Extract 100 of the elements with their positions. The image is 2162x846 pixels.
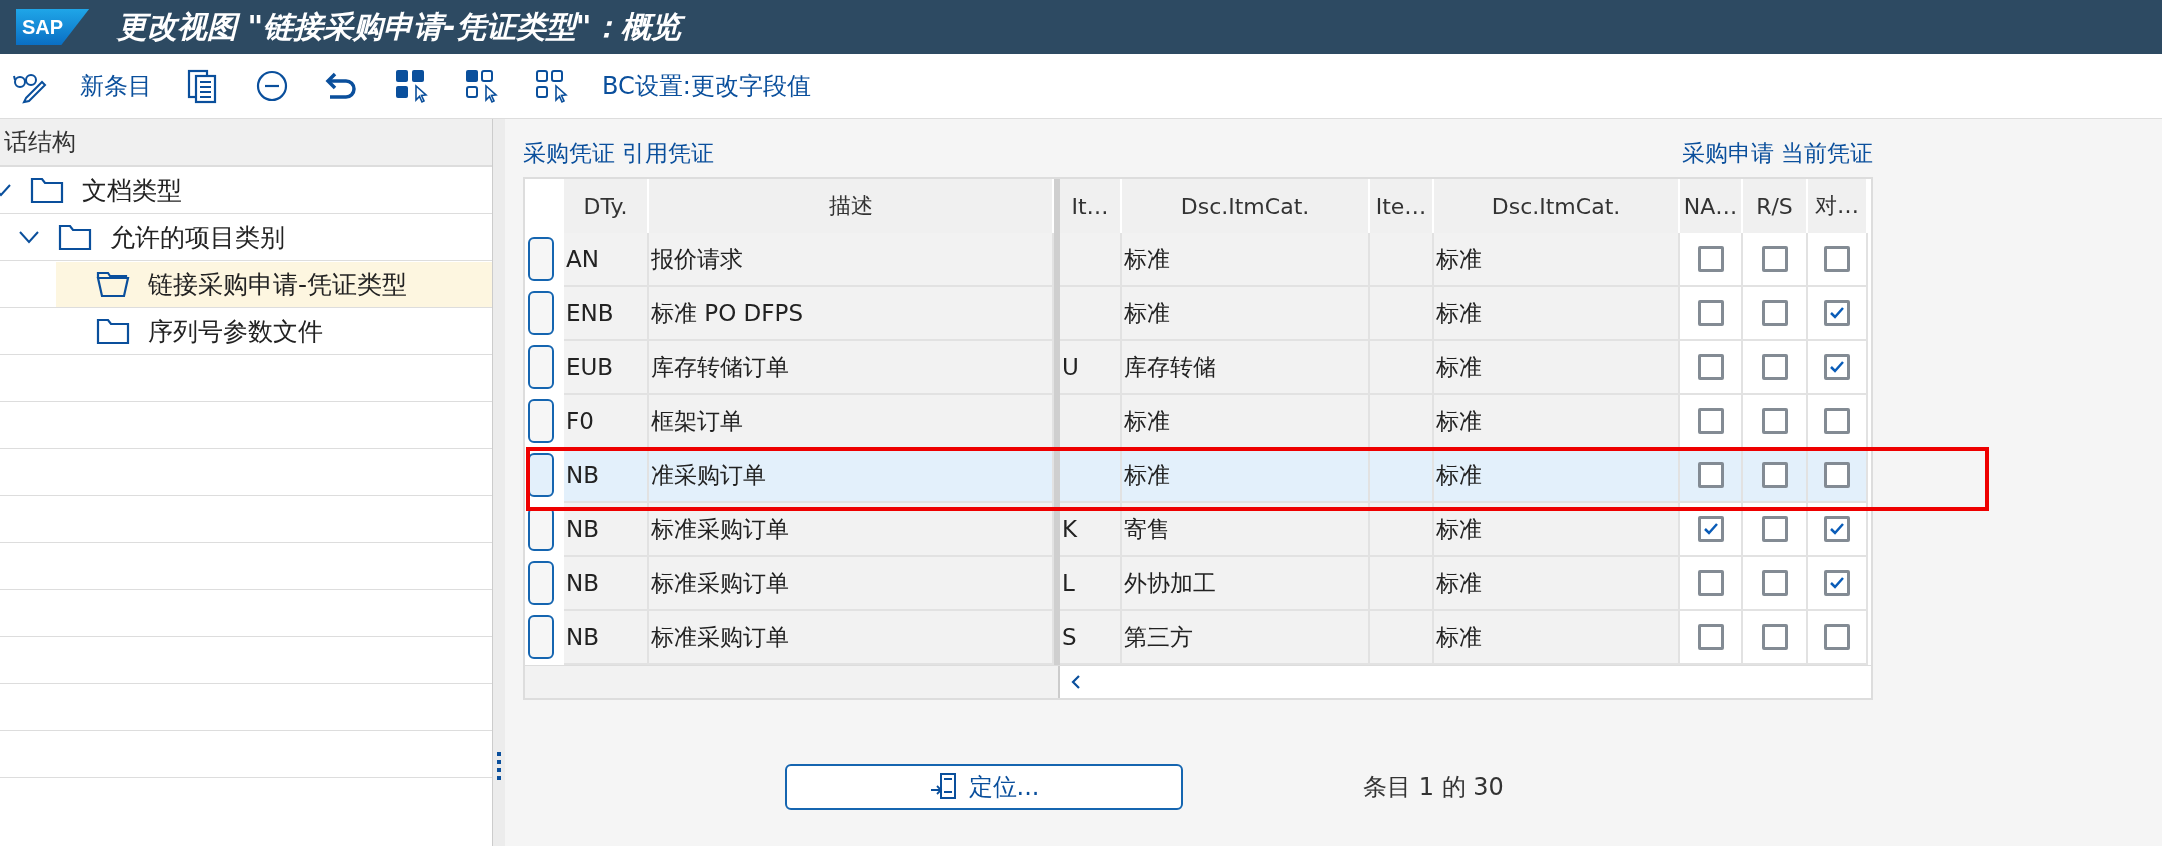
column-header[interactable]: R/S bbox=[1743, 179, 1808, 233]
table-cell: AN bbox=[564, 233, 649, 287]
row-selector[interactable] bbox=[528, 615, 554, 659]
checkbox[interactable] bbox=[1824, 516, 1850, 542]
checkbox[interactable] bbox=[1697, 516, 1724, 542]
checkbox[interactable] bbox=[1761, 516, 1788, 542]
checkbox[interactable] bbox=[1761, 624, 1788, 650]
tree-item[interactable]: 链接采购申请-凭证类型 bbox=[56, 261, 492, 307]
sap-logo: SAP bbox=[16, 9, 90, 45]
select-all-icon bbox=[394, 68, 430, 104]
deselect-all-icon bbox=[534, 68, 570, 104]
column-header[interactable]: It… bbox=[1060, 179, 1122, 233]
row-selector[interactable] bbox=[528, 237, 554, 281]
table-cell: 标准 bbox=[1122, 395, 1370, 449]
checkbox[interactable] bbox=[1697, 624, 1724, 650]
column-header[interactable]: Dsc.ItmCat. bbox=[1122, 179, 1370, 233]
table-cell: 库存转储 bbox=[1122, 341, 1370, 395]
column-header[interactable]: NA… bbox=[1680, 179, 1743, 233]
open-folder-icon bbox=[96, 270, 130, 298]
table-cell: ENB bbox=[564, 287, 649, 341]
table-cell: 标准 bbox=[1122, 233, 1370, 287]
table-cell: NB bbox=[564, 557, 649, 611]
table-cell: 报价请求 bbox=[649, 233, 1054, 287]
table-cell: 外协加工 bbox=[1122, 557, 1370, 611]
table-cell: 准采购订单 bbox=[649, 449, 1054, 503]
table-cell: 标准采购订单 bbox=[649, 611, 1054, 665]
table-cell bbox=[1370, 395, 1434, 449]
table-cell: 标准采购订单 bbox=[649, 557, 1054, 611]
minus-circle-icon bbox=[254, 68, 290, 104]
scroll-left-icon[interactable] bbox=[1070, 674, 1082, 690]
checkbox[interactable] bbox=[1761, 570, 1788, 596]
checkbox[interactable] bbox=[1824, 624, 1850, 650]
column-header[interactable]: Ite… bbox=[1370, 179, 1434, 233]
checkbox[interactable] bbox=[1824, 462, 1850, 488]
checkbox[interactable] bbox=[1761, 246, 1788, 272]
table-cell: 标准 bbox=[1434, 341, 1680, 395]
tree-item-label: 链接采购申请-凭证类型 bbox=[148, 268, 408, 301]
table-cell: 标准 bbox=[1434, 449, 1680, 503]
checkbox[interactable] bbox=[1697, 246, 1724, 272]
table-cell bbox=[1060, 287, 1122, 341]
checkbox[interactable] bbox=[1697, 300, 1724, 326]
table-cell bbox=[1370, 449, 1434, 503]
table-cell: U bbox=[1060, 341, 1122, 395]
table-cell: 寄售 bbox=[1122, 503, 1370, 557]
table-cell: 第三方 bbox=[1122, 611, 1370, 665]
table-cell bbox=[1370, 233, 1434, 287]
table-cell: S bbox=[1060, 611, 1122, 665]
tree-item[interactable]: 文档类型 bbox=[0, 167, 492, 213]
row-selector[interactable] bbox=[528, 291, 554, 335]
table-cell: 标准 PO DFPS bbox=[649, 287, 1054, 341]
checkbox[interactable] bbox=[1761, 408, 1788, 434]
folder-icon bbox=[30, 176, 64, 204]
checkmark-icon bbox=[1702, 522, 1719, 536]
table-cell: 标准 bbox=[1434, 233, 1680, 287]
table-cell bbox=[1060, 449, 1122, 503]
entry-count: 条目 1 的 30 bbox=[1363, 772, 1504, 803]
position-button[interactable]: 定位... bbox=[785, 764, 1183, 810]
table-cell: 标准 bbox=[1434, 287, 1680, 341]
select-block-icon bbox=[464, 68, 500, 104]
checkbox[interactable] bbox=[1761, 462, 1788, 488]
column-header[interactable]: Dsc.ItmCat. bbox=[1434, 179, 1680, 233]
checkbox[interactable] bbox=[1824, 570, 1850, 596]
checkbox[interactable] bbox=[1824, 354, 1850, 380]
tree-item[interactable]: 序列号参数文件 bbox=[56, 308, 492, 354]
toolbar-button[interactable]: BC设置:更改字段值 bbox=[602, 70, 811, 102]
table-cell bbox=[1370, 503, 1434, 557]
row-selector[interactable] bbox=[528, 561, 554, 605]
row-selector[interactable] bbox=[528, 399, 554, 443]
panel-header: 话结构 bbox=[0, 119, 492, 167]
checkbox[interactable] bbox=[1824, 408, 1850, 434]
row-selector[interactable] bbox=[528, 453, 554, 497]
table-cell: NB bbox=[564, 503, 649, 557]
table-cell: 库存转储订单 bbox=[649, 341, 1054, 395]
checkbox[interactable] bbox=[1761, 300, 1788, 326]
checkbox[interactable] bbox=[1697, 408, 1724, 434]
checkbox[interactable] bbox=[1761, 354, 1788, 380]
column-header[interactable]: 对… bbox=[1808, 179, 1868, 233]
tree-item-label: 序列号参数文件 bbox=[148, 315, 323, 348]
checkmark-icon bbox=[1829, 576, 1845, 590]
checkmark-icon bbox=[1829, 360, 1845, 374]
tree-item[interactable]: 允许的项目类别 bbox=[18, 214, 492, 260]
chevron-down-icon[interactable] bbox=[18, 229, 40, 245]
table-cell: 标准 bbox=[1434, 395, 1680, 449]
table-cell: 标准 bbox=[1434, 503, 1680, 557]
table-cell: F0 bbox=[564, 395, 649, 449]
folder-icon bbox=[96, 317, 130, 345]
toolbar-button[interactable]: 新条目 bbox=[80, 70, 152, 102]
row-selector[interactable] bbox=[528, 345, 554, 389]
checkmark-icon bbox=[1829, 306, 1845, 320]
column-header[interactable]: DTy. bbox=[564, 179, 649, 233]
table-cell: NB bbox=[564, 611, 649, 665]
table-cell: 标准采购订单 bbox=[649, 503, 1054, 557]
table-cell: EUB bbox=[564, 341, 649, 395]
column-header[interactable]: 描述 bbox=[649, 179, 1054, 233]
checkbox[interactable] bbox=[1824, 246, 1850, 272]
checkbox[interactable] bbox=[1697, 570, 1724, 596]
checkbox[interactable] bbox=[1824, 300, 1850, 326]
checkbox[interactable] bbox=[1697, 462, 1724, 488]
table-cell: 框架订单 bbox=[649, 395, 1054, 449]
checkbox[interactable] bbox=[1697, 354, 1724, 380]
